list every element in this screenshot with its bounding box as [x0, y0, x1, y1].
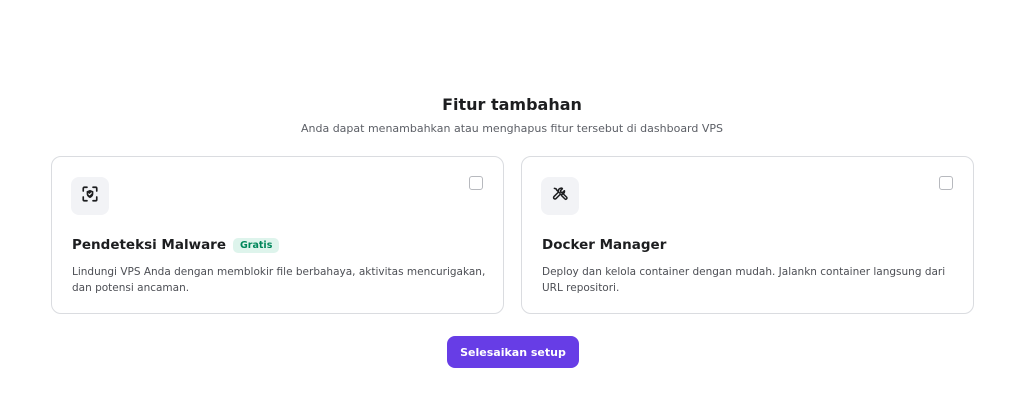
malware-checkbox[interactable] — [469, 176, 483, 190]
free-badge: Gratis — [233, 237, 280, 253]
tools-icon — [551, 185, 569, 207]
feature-title: Pendeteksi Malware — [72, 237, 226, 253]
feature-icon-container — [541, 177, 579, 215]
feature-title-row: Docker Manager — [542, 237, 666, 253]
feature-card-malware[interactable]: Pendeteksi Malware Gratis Lindungi VPS A… — [51, 156, 504, 314]
docker-checkbox[interactable] — [939, 176, 953, 190]
feature-description: Lindungi VPS Anda dengan memblokir file … — [72, 266, 486, 294]
page-subtitle: Anda dapat menambahkan atau menghapus fi… — [300, 122, 724, 135]
feature-title-row: Pendeteksi Malware Gratis — [72, 237, 280, 253]
feature-description: Deploy dan kelola container dengan mudah… — [542, 266, 946, 294]
finish-setup-button[interactable]: Selesaikan setup — [447, 336, 579, 368]
feature-selection-page: Fitur tambahan Anda dapat menambahkan at… — [0, 0, 1024, 415]
page-title: Fitur tambahan — [442, 95, 582, 114]
shield-scan-icon — [81, 185, 99, 207]
feature-title: Docker Manager — [542, 237, 667, 253]
feature-icon-container — [71, 177, 109, 215]
feature-card-docker[interactable]: Docker Manager Deploy dan kelola contain… — [521, 156, 974, 314]
